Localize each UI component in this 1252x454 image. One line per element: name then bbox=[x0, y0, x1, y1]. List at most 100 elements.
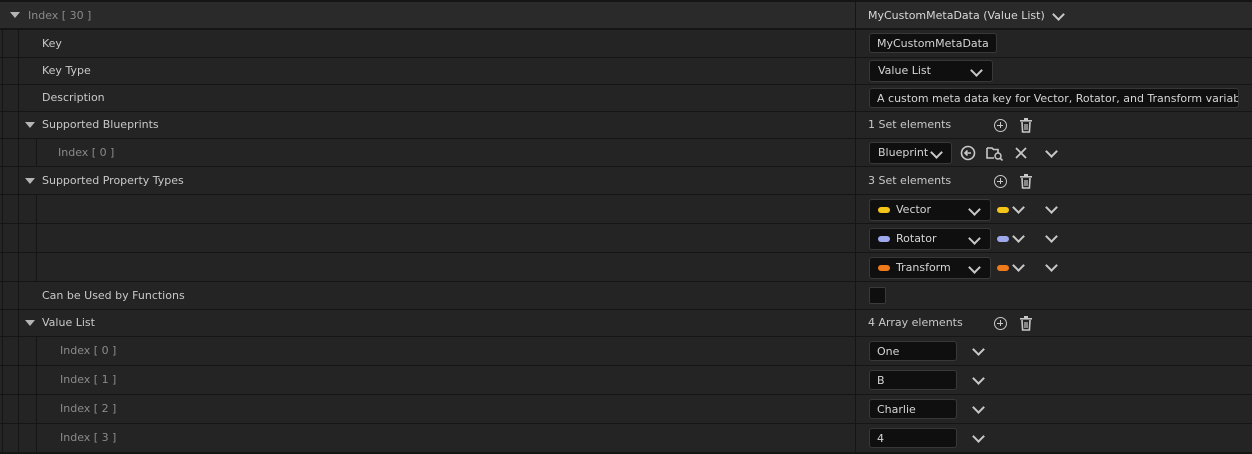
key-label: Key bbox=[42, 37, 62, 50]
row-name-column: Key Type bbox=[0, 58, 855, 84]
container-type-icon[interactable] bbox=[997, 265, 1009, 271]
row-name-column: Key bbox=[0, 30, 855, 57]
indent-guide bbox=[2, 112, 3, 138]
collapse-arrow-icon[interactable] bbox=[10, 12, 20, 18]
property-type-combo[interactable]: Transform bbox=[869, 257, 991, 279]
array-element-row[interactable]: Index [ 30 ] MyCustomMetaData (Value Lis… bbox=[0, 2, 1252, 28]
indent-guide bbox=[18, 30, 19, 57]
set-element-row: Vector bbox=[0, 195, 1252, 223]
indent-guide bbox=[18, 337, 19, 365]
row-value-column: 4 bbox=[856, 424, 1252, 452]
container-type-chevron-icon[interactable] bbox=[1012, 230, 1025, 243]
chevron-down-icon[interactable] bbox=[1052, 8, 1065, 21]
row-value-column bbox=[856, 282, 1252, 309]
can-be-used-by-functions-label: Can be Used by Functions bbox=[42, 289, 185, 302]
row-value-column: 1 Set elements bbox=[856, 112, 1252, 138]
row-value-column: Vector bbox=[856, 195, 1252, 223]
row-value-column: Transform bbox=[856, 253, 1252, 281]
property-type-combo[interactable]: Rotator bbox=[869, 228, 991, 250]
property-row-supported-property-types: Supported Property Types 3 Set elements bbox=[0, 167, 1252, 194]
element-options-chevron-icon[interactable] bbox=[972, 343, 985, 356]
indent-guide bbox=[2, 366, 3, 394]
indent-guide bbox=[2, 253, 3, 281]
row-value-column: Charlie bbox=[856, 395, 1252, 423]
row-value-column: Value List bbox=[856, 58, 1252, 84]
pin-type-icon bbox=[878, 236, 890, 242]
indent-guide bbox=[36, 195, 37, 223]
row-value-column: B bbox=[856, 366, 1252, 394]
element-options-chevron-icon[interactable] bbox=[1045, 201, 1058, 214]
property-row-key-type: Key Type Value List bbox=[0, 58, 1252, 84]
row-name-column: Index [ 1 ] bbox=[0, 366, 855, 394]
value-list-item-input[interactable]: 4 bbox=[869, 428, 957, 448]
use-selected-icon[interactable] bbox=[960, 145, 976, 161]
indent-guide bbox=[36, 224, 37, 252]
indent-guide bbox=[36, 253, 37, 281]
collapse-arrow-icon[interactable] bbox=[25, 320, 35, 326]
element-options-chevron-icon[interactable] bbox=[972, 430, 985, 443]
chevron-down-icon bbox=[968, 232, 981, 245]
indent-guide bbox=[2, 58, 3, 84]
row-value-column: One bbox=[856, 337, 1252, 365]
row-name-column: Supported Blueprints bbox=[0, 112, 855, 138]
collapse-arrow-icon[interactable] bbox=[25, 122, 35, 128]
array-count-text: 4 Array elements bbox=[868, 316, 963, 329]
value-list-item-input[interactable]: B bbox=[869, 370, 957, 390]
collapse-arrow-icon[interactable] bbox=[25, 178, 35, 184]
key-type-combo[interactable]: Value List bbox=[869, 60, 993, 82]
indent-guide bbox=[2, 139, 3, 166]
row-value-column: MyCustomMetaData (Value List) bbox=[856, 2, 1252, 28]
element-options-chevron-icon[interactable] bbox=[1045, 230, 1058, 243]
row-name-column: Index [ 0 ] bbox=[0, 337, 855, 365]
chevron-down-icon bbox=[968, 203, 981, 216]
description-input[interactable]: A custom meta data key for Vector, Rotat… bbox=[869, 88, 1239, 108]
element-options-chevron-icon[interactable] bbox=[1045, 145, 1058, 158]
row-name-column: Index [ 2 ] bbox=[0, 395, 855, 423]
clear-icon[interactable] bbox=[1014, 146, 1028, 160]
set-element-row: Transform bbox=[0, 253, 1252, 281]
row-value-column: Blueprint bbox=[856, 139, 1252, 166]
container-type-icon[interactable] bbox=[997, 207, 1009, 213]
indent-guide bbox=[2, 224, 3, 252]
array-index-label: Index [ 0 ] bbox=[60, 344, 117, 357]
add-element-icon[interactable] bbox=[994, 175, 1007, 188]
indent-guide bbox=[2, 337, 3, 365]
indent-guide bbox=[18, 112, 19, 138]
row-value-column: Rotator bbox=[856, 224, 1252, 252]
indent-guide bbox=[18, 282, 19, 309]
element-options-chevron-icon[interactable] bbox=[972, 401, 985, 414]
row-name-column: Index [ 0 ] bbox=[0, 139, 855, 166]
trash-icon[interactable] bbox=[1019, 173, 1033, 189]
value-list-item-input[interactable]: One bbox=[869, 341, 957, 361]
blueprint-class-combo[interactable]: Blueprint bbox=[869, 142, 952, 164]
add-element-icon[interactable] bbox=[994, 317, 1007, 330]
indent-guide bbox=[2, 30, 3, 57]
can-be-used-by-functions-checkbox[interactable] bbox=[869, 287, 886, 304]
container-type-chevron-icon[interactable] bbox=[1012, 201, 1025, 214]
property-type-combo[interactable]: Vector bbox=[869, 199, 991, 221]
row-name-column: Value List bbox=[0, 310, 855, 336]
row-name-column: Description bbox=[0, 85, 855, 111]
container-type-chevron-icon[interactable] bbox=[1012, 259, 1025, 272]
key-input[interactable]: MyCustomMetaData bbox=[869, 33, 997, 53]
element-options-chevron-icon[interactable] bbox=[972, 372, 985, 385]
trash-icon[interactable] bbox=[1019, 315, 1033, 331]
indent-guide bbox=[18, 167, 19, 194]
value-list-item-input[interactable]: Charlie bbox=[869, 399, 957, 419]
indent-guide bbox=[2, 395, 3, 423]
trash-icon[interactable] bbox=[1019, 117, 1033, 133]
indent-guide bbox=[36, 139, 37, 166]
property-row-key: Key MyCustomMetaData bbox=[0, 30, 1252, 57]
element-options-chevron-icon[interactable] bbox=[1045, 259, 1058, 272]
blueprint-class-value: Blueprint bbox=[878, 146, 929, 159]
row-value-column: 4 Array elements bbox=[856, 310, 1252, 336]
add-element-icon[interactable] bbox=[994, 119, 1007, 132]
container-type-icon[interactable] bbox=[997, 236, 1009, 242]
row-value-column: MyCustomMetaData bbox=[856, 30, 1252, 57]
indent-guide bbox=[2, 282, 3, 309]
set-element-row: Index [ 0 ] Blueprint bbox=[0, 139, 1252, 166]
indent-guide bbox=[36, 366, 37, 394]
browse-folder-icon[interactable] bbox=[986, 145, 1004, 161]
chevron-down-icon bbox=[970, 64, 983, 77]
indent-guide bbox=[2, 424, 3, 452]
